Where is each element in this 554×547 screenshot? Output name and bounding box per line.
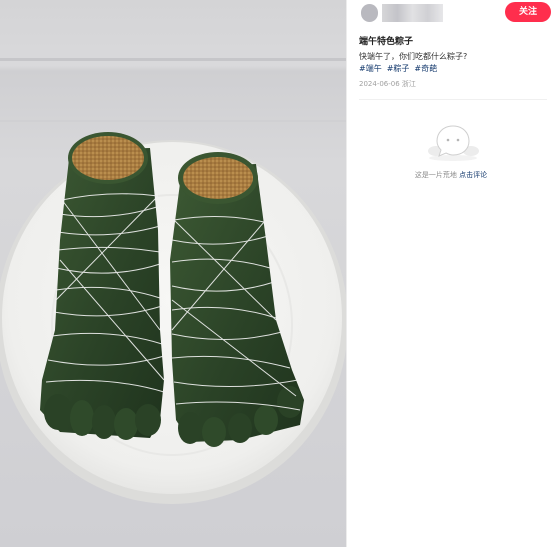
- divider: [359, 99, 547, 100]
- comment-link[interactable]: 点击评论: [459, 171, 487, 179]
- zongzi-feet-photo: [0, 58, 346, 504]
- post-body: 快端午了，你们吃都什么粽子?: [359, 52, 468, 61]
- empty-comments-text: 这是一片荒地: [414, 171, 457, 179]
- post-meta: 2024-06-06 浙江: [359, 80, 416, 88]
- tag-zongzi[interactable]: #粽子: [387, 63, 410, 74]
- follow-button[interactable]: 关注: [505, 2, 551, 22]
- zongzi-left: [40, 132, 165, 440]
- post-title: 端午特色粽子: [359, 37, 414, 47]
- post-image[interactable]: [0, 0, 346, 547]
- speech-bubble-face-icon: [428, 125, 479, 161]
- post-detail-panel: 关注 端午特色粽子 快端午了，你们吃都什么粽子? #端午 #粽子 #奇葩 202…: [346, 0, 554, 547]
- tag-duanwu[interactable]: #端午: [359, 63, 382, 74]
- author-info[interactable]: [361, 4, 443, 22]
- avatar[interactable]: [361, 4, 379, 22]
- empty-comments: 这是一片荒地 点击评论: [347, 170, 554, 180]
- tag-list: #端午 #粽子 #奇葩: [359, 63, 437, 74]
- tag-qipa[interactable]: #奇葩: [414, 63, 437, 74]
- author-name-blurred[interactable]: [382, 4, 443, 22]
